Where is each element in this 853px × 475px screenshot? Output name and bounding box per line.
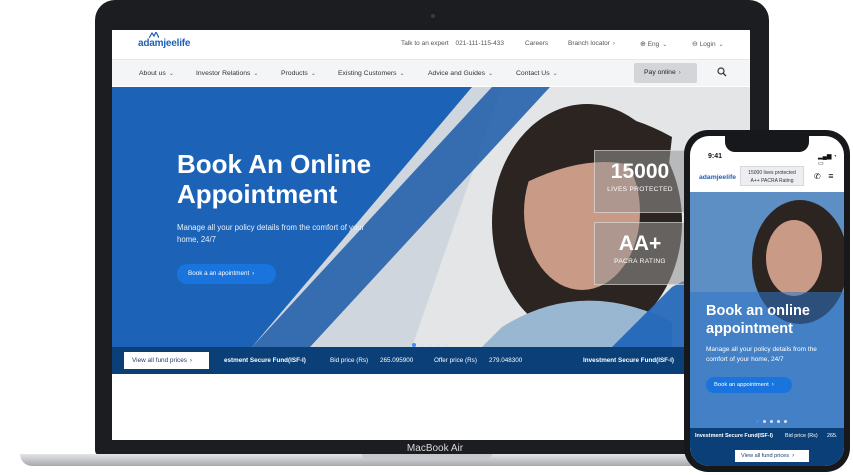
language-label: Eng — [647, 41, 660, 48]
carousel-dot[interactable] — [777, 420, 780, 423]
camera-dot — [431, 14, 435, 18]
chevron-down-icon: ⌄ — [718, 42, 724, 48]
chevron-down-icon: ⌄ — [488, 71, 494, 77]
chevron-down-icon: ⌄ — [168, 71, 174, 77]
nav-item-contact-us[interactable]: Contact Us ⌄ — [516, 70, 558, 77]
nav-item-existing-customers[interactable]: Existing Customers ⌄ — [338, 70, 405, 77]
chevron-down-icon: ⌄ — [310, 71, 316, 77]
phone-stats-badge: 15000 lives protected A++ PACRA Rating — [740, 166, 804, 186]
login-label: Login — [699, 41, 716, 48]
fund-price-ticker: View all fund prices › estment Secure Fun… — [112, 347, 750, 374]
signal-wifi-battery-icon: ▂▄▆ ◔ ▭ — [818, 154, 837, 167]
carousel-dots — [412, 334, 452, 347]
site-logo[interactable]: adamjeelife — [138, 38, 190, 49]
phone-notch — [725, 136, 809, 152]
chevron-down-icon: ⌄ — [662, 42, 668, 48]
ticker-offer-label: Offer price (Rs) — [434, 357, 477, 364]
stat-value: AA+ — [618, 232, 662, 255]
nav-label: Existing Customers — [338, 70, 397, 77]
nav-item-products[interactable]: Products ⌄ — [281, 70, 316, 77]
pay-online-label: Pay online — [644, 69, 676, 76]
phone-screen: 9:41 ▂▄▆ ◔ ▭ adamjeelife 15000 lives pro… — [690, 136, 844, 466]
phone-hero-title: Book an online appointment — [706, 303, 810, 337]
pay-online-button[interactable]: Pay online › — [634, 63, 697, 83]
chevron-right-icon: › — [612, 41, 615, 47]
book-appointment-button[interactable]: Book a an apointment › — [177, 264, 276, 284]
expert-phone: 021-111-115-433 — [455, 40, 504, 47]
phone-ticker-bid-label: Bid price (Rs) — [785, 433, 818, 439]
nav-label: Investor Relations — [196, 70, 251, 77]
nav-label: Advice and Guides — [428, 70, 486, 77]
stat-lives-protected: 15000 LIVES PROTECTED — [594, 150, 686, 213]
chevron-down-icon: ⌄ — [253, 71, 259, 77]
phone-fund-prices-label: View all fund prices — [741, 453, 790, 459]
nav-item-investor-relations[interactable]: Investor Relations ⌄ — [196, 70, 258, 77]
carousel-dot[interactable] — [784, 420, 787, 423]
carousel-dot[interactable] — [763, 420, 766, 423]
phone-logo[interactable]: adamjeelife — [699, 174, 736, 181]
hero-title: Book An Online Appointment — [177, 149, 372, 209]
ticker-bid-label: Bid price (Rs) — [330, 357, 369, 364]
nav-label: About us — [139, 70, 166, 77]
stat-label: LIVES PROTECTED — [607, 186, 673, 193]
ticker-offer-value: 279.048300 — [489, 357, 523, 364]
nav-item-advice-guides[interactable]: Advice and Guides ⌄ — [428, 70, 493, 77]
stat-value: 15000 — [610, 160, 670, 183]
talk-to-expert[interactable]: Talk to an expert 021-111-115-433 — [401, 40, 504, 47]
globe-icon: ⊕ — [640, 41, 646, 48]
phone-ticker-fund: Investment Secure Fund(ISF-I) — [695, 433, 773, 439]
chevron-down-icon: ⌄ — [552, 71, 558, 77]
hamburger-menu-icon[interactable]: ≡ — [828, 171, 833, 181]
chevron-right-icon: › — [189, 358, 192, 364]
stat-label: PACRA RATING — [614, 258, 666, 265]
nav-label: Products — [281, 70, 308, 77]
book-appointment-label: Book a an apointment — [188, 270, 250, 277]
chevron-right-icon: › — [678, 70, 681, 76]
laptop-screen: adamjeelife Talk to an expert 021-111-11… — [112, 30, 750, 440]
phone-fund-ticker: Investment Secure Fund(ISF-I) Bid price … — [690, 428, 844, 466]
language-selector[interactable]: ⊕ Eng ⌄ — [640, 40, 667, 48]
login-link[interactable]: ⊖ Login ⌄ — [692, 40, 724, 48]
hero-banner: Book An Online Appointment Manage all yo… — [112, 87, 750, 347]
phone-clock: 9:41 — [708, 153, 723, 160]
phone-book-appointment-button[interactable]: Book an appointment › — [706, 377, 792, 393]
chevron-down-icon: ⌄ — [399, 71, 405, 77]
phone-header-icons: ✆ ≡ — [814, 171, 833, 181]
careers-link[interactable]: Careers — [525, 40, 548, 47]
carousel-dot[interactable] — [770, 420, 773, 423]
phone-carousel-dots — [756, 410, 791, 428]
carousel-dot[interactable] — [756, 420, 759, 423]
branch-locator-link[interactable]: Branch locator › — [568, 40, 615, 47]
view-fund-prices-button[interactable]: View all fund prices › — [124, 352, 209, 369]
ticker-fund-name-2: Investment Secure Fund(ISF-I) — [583, 357, 674, 364]
expert-label: Talk to an expert — [401, 40, 449, 47]
view-fund-prices-label: View all fund prices — [132, 357, 187, 364]
user-icon: ⊖ — [692, 41, 698, 48]
branch-locator-label: Branch locator — [568, 40, 610, 47]
nav-item-about-us[interactable]: About us ⌄ — [139, 70, 174, 77]
ticker-fund-name: estment Secure Fund(ISF-I) — [224, 357, 306, 364]
phone-ticker-bid-value: 265. — [827, 433, 838, 439]
chevron-right-icon: › — [252, 271, 255, 277]
badge-rating: A++ PACRA Rating — [750, 178, 794, 184]
laptop-base-notch — [362, 454, 492, 459]
phone-hero-subtitle: Manage all your policy details from the … — [706, 346, 817, 363]
chevron-right-icon: › — [792, 453, 795, 459]
ticker-bid-value: 265.095900 — [380, 357, 414, 364]
phone-hero: Book an online appointment Manage all yo… — [690, 192, 844, 428]
search-icon[interactable] — [717, 67, 727, 77]
stat-pacra-rating: AA+ PACRA RATING — [594, 222, 686, 285]
badge-lives: 15000 lives protected — [748, 170, 796, 176]
hero-subtitle: Manage all your policy details from the … — [177, 223, 365, 244]
phone-book-label: Book an appointment — [714, 382, 769, 388]
phone-view-fund-prices-button[interactable]: View all fund prices › — [735, 450, 809, 462]
top-bar: adamjeelife Talk to an expert 021-111-11… — [112, 30, 750, 57]
chevron-right-icon: › — [771, 382, 774, 388]
main-nav: About us ⌄ Investor Relations ⌄ Products ⌄ … — [112, 59, 750, 86]
hero-photo — [252, 87, 750, 347]
phone-call-icon[interactable]: ✆ — [814, 172, 821, 181]
macbook-label: MacBook Air — [406, 443, 464, 454]
nav-label: Contact Us — [516, 70, 550, 77]
